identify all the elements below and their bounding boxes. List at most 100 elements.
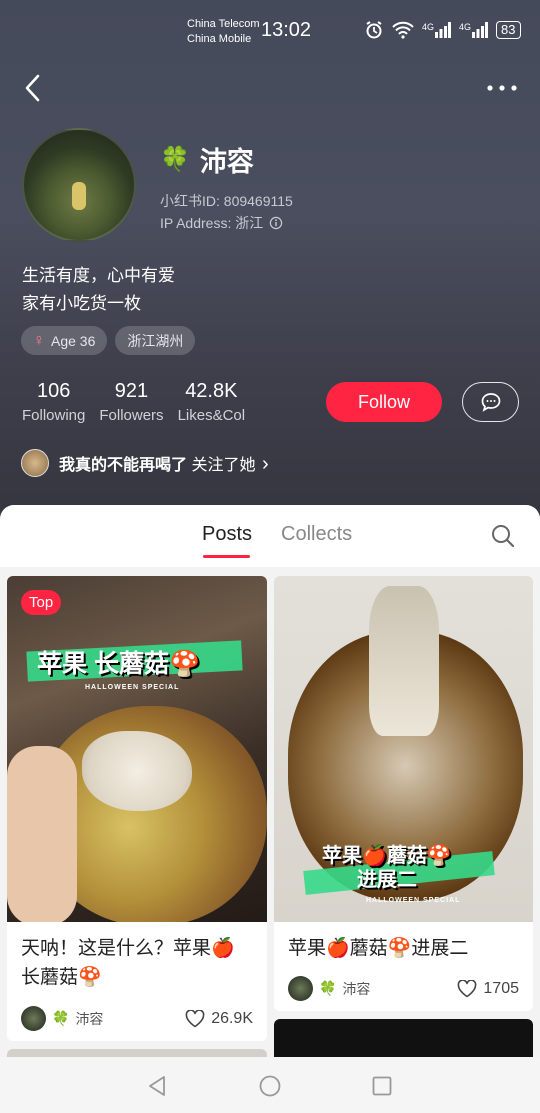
heart-icon <box>458 979 477 997</box>
likes-label: Likes&Col <box>177 407 246 424</box>
cover-subtitle: HALLOWEEN SPECIAL <box>366 897 461 904</box>
cover-title-line-2: 进展二 <box>356 869 417 891</box>
search-button[interactable] <box>490 523 516 549</box>
followers-count: 921 <box>114 380 149 402</box>
author-emoji: 🍀 <box>319 980 337 996</box>
mutual-avatar <box>21 449 49 477</box>
carrier-names: China Telecom China Mobile <box>187 17 260 47</box>
stat-likes[interactable]: 42.8K Likes&Col <box>178 380 246 424</box>
signal-bars-icon <box>435 22 452 38</box>
author-name: 沛容 <box>342 980 371 997</box>
carrier-1: China Telecom <box>187 18 260 30</box>
circle-home-icon <box>259 1075 281 1097</box>
cover-subtitle: HALLOWEEN SPECIAL <box>85 684 180 691</box>
profile-avatar[interactable] <box>22 128 136 242</box>
nav-recents-button[interactable] <box>370 1074 394 1098</box>
post-author[interactable]: 🍀 沛容 <box>288 976 370 1001</box>
stat-followers[interactable]: 921 Followers <box>99 380 163 424</box>
post-title[interactable]: 天呐！这是什么？苹果🍎长蘑菇🍄 <box>7 922 267 992</box>
age-tag: ♀ Age 36 <box>21 326 108 355</box>
status-bar: China Telecom China Mobile 13:02 4G 4G 8… <box>0 0 540 62</box>
mutual-name: 我真的不能再喝了 <box>59 456 188 474</box>
location-label: 浙江湖州 <box>127 332 184 349</box>
bio-line-2: 家有小吃货一枚 <box>22 294 141 313</box>
triangle-back-icon <box>149 1076 165 1096</box>
mutual-text: 关注了她 <box>191 456 256 474</box>
post-meta: 🍀 沛容 1705 <box>288 976 519 1001</box>
network-type-2: 4G <box>459 22 472 32</box>
profile-stats: 106 Following 921 Followers 42.8K Likes&… <box>22 380 259 424</box>
info-icon <box>270 216 283 230</box>
ip-address-row[interactable]: IP Address: 浙江 <box>160 213 283 233</box>
chevron-right-icon: › <box>261 452 269 475</box>
tab-collects[interactable]: Collects <box>281 523 352 546</box>
signal-1: 4G <box>422 22 452 38</box>
location-tag: 浙江湖州 <box>115 326 196 355</box>
author-avatar <box>21 1006 46 1031</box>
like-button[interactable]: 1705 <box>457 979 519 998</box>
mushroom-shape <box>369 586 439 736</box>
back-button[interactable] <box>20 70 48 106</box>
post-card[interactable]: 苹果 长蘑菇🍄 HALLOWEEN SPECIAL Top 天呐！这是什么？苹果… <box>7 576 267 1041</box>
chevron-left-icon <box>25 74 40 102</box>
post-meta: 🍀 沛容 26.9K <box>21 1006 253 1031</box>
chat-bubble-icon <box>481 393 500 412</box>
nav-home-button[interactable] <box>258 1074 282 1098</box>
age-label: Age 36 <box>51 332 96 349</box>
pinned-badge: Top <box>21 590 62 615</box>
username-row: 🍀 沛容 <box>160 140 254 179</box>
carrier-2: China Mobile <box>187 33 252 45</box>
hand-shape <box>7 746 77 922</box>
female-icon: ♀ <box>33 331 45 349</box>
author-name: 沛容 <box>75 1010 104 1027</box>
post-title[interactable]: 苹果🍎蘑菇🍄进展二 <box>274 922 533 963</box>
message-button[interactable] <box>462 382 519 422</box>
author-emoji: 🍀 <box>52 1010 70 1026</box>
more-options-button[interactable] <box>486 78 518 98</box>
followers-label: Followers <box>99 407 164 424</box>
follow-button[interactable]: Follow <box>326 382 442 422</box>
following-count: 106 <box>37 380 71 402</box>
like-count: 26.9K <box>211 1009 253 1027</box>
signal-2: 4G <box>459 22 489 38</box>
cover-title: 苹果 长蘑菇🍄 <box>37 650 201 678</box>
ip-address: IP Address: 浙江 <box>160 215 264 231</box>
network-type-1: 4G <box>422 22 435 32</box>
stat-following[interactable]: 106 Following <box>22 380 85 424</box>
profile-bio: 生活有度，心中有爱 家有小吃货一枚 <box>22 262 175 318</box>
system-icons: 4G 4G 83 <box>364 20 521 40</box>
mushroom-shape <box>82 731 192 811</box>
more-dots-icon <box>487 85 517 91</box>
nav-back-button[interactable] <box>145 1074 169 1098</box>
red-id[interactable]: 小红书ID: 809469115 <box>160 191 293 211</box>
content-panel: Posts Collects 苹果 长蘑菇🍄 HALLOWEEN SPECIAL… <box>0 505 540 1113</box>
post-cover-image[interactable]: 苹果 长蘑菇🍄 HALLOWEEN SPECIAL Top <box>7 576 267 922</box>
likes-count: 42.8K <box>185 380 238 402</box>
post-author[interactable]: 🍀 沛容 <box>21 1006 103 1031</box>
content-tabs: Posts Collects <box>0 505 540 567</box>
mutual-follow-row[interactable]: 我真的不能再喝了 关注了她 › <box>21 449 269 477</box>
alarm-icon <box>366 21 382 39</box>
tab-posts[interactable]: Posts <box>202 523 252 546</box>
heart-icon <box>185 1009 205 1027</box>
profile-username: 沛容 <box>199 147 254 177</box>
cover-title: 苹果🍎蘑菇🍄 进展二 <box>322 844 452 892</box>
author-avatar <box>288 976 313 1001</box>
bio-line-1: 生活有度，心中有爱 <box>22 266 175 285</box>
square-recents-icon <box>372 1076 392 1096</box>
post-cover-image[interactable]: 苹果🍎蘑菇🍄 进展二 HALLOWEEN SPECIAL <box>274 576 533 922</box>
wifi-icon <box>392 21 414 39</box>
cover-title-line-1: 苹果🍎蘑菇🍄 <box>322 845 452 867</box>
system-navigation-bar <box>0 1057 540 1113</box>
like-count: 1705 <box>483 979 519 997</box>
profile-tags: ♀ Age 36 浙江湖州 <box>21 326 196 355</box>
battery-indicator: 83 <box>496 21 521 39</box>
like-button[interactable]: 26.9K <box>185 1009 253 1028</box>
clover-emoji: 🍀 <box>160 146 190 173</box>
signal-bars-icon <box>472 22 489 38</box>
search-icon <box>492 525 515 548</box>
following-label: Following <box>22 407 86 424</box>
clock: 13:02 <box>261 19 312 41</box>
active-tab-indicator <box>203 555 250 558</box>
post-card[interactable]: 苹果🍎蘑菇🍄 进展二 HALLOWEEN SPECIAL 苹果🍎蘑菇🍄进展二 🍀… <box>274 576 533 1011</box>
